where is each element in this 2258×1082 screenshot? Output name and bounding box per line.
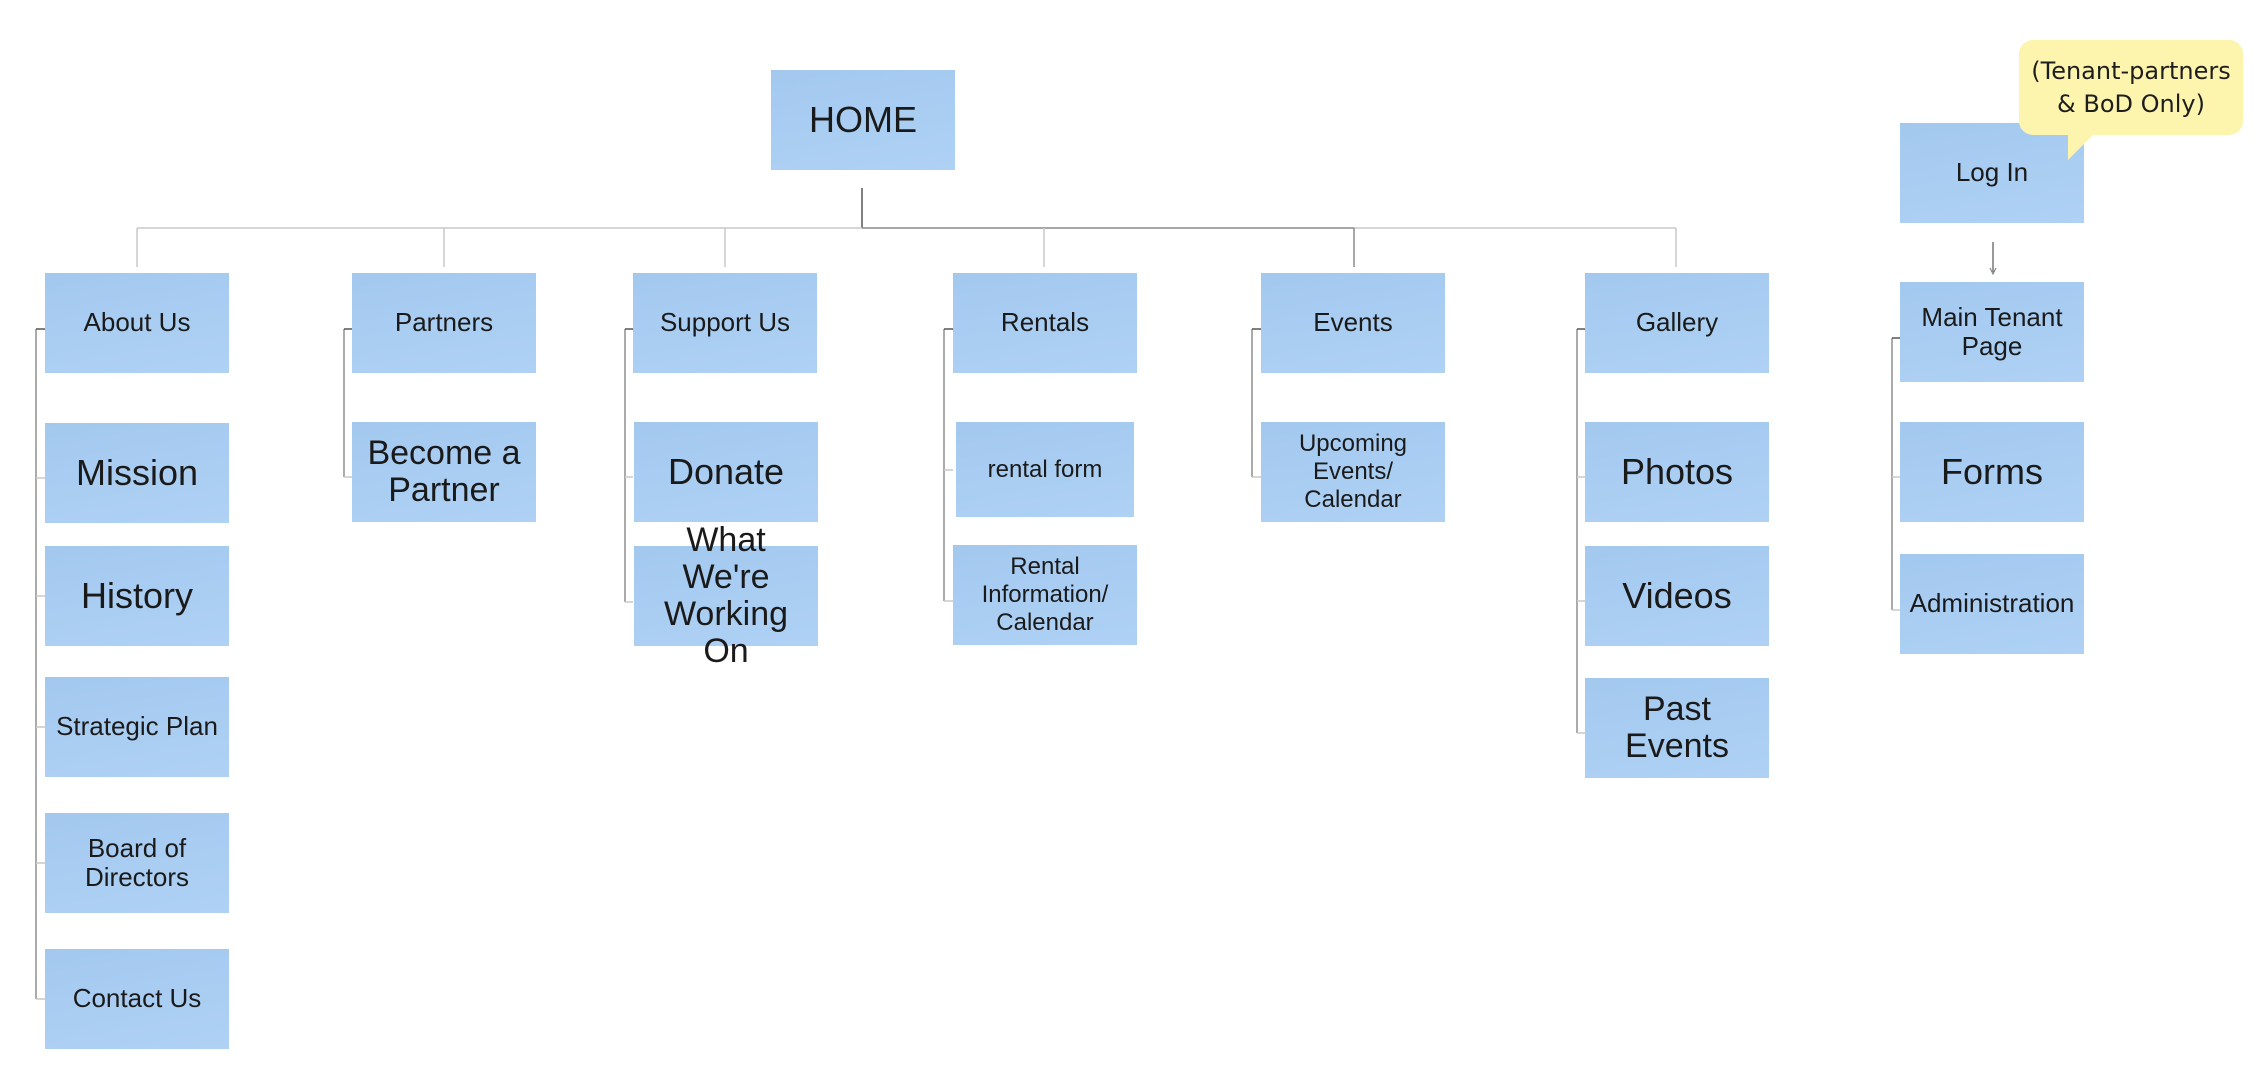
note-label: History [80, 574, 193, 616]
note-label: About Us [83, 307, 191, 338]
note-label: Past Events [1625, 690, 1729, 765]
note-home[interactable]: HOME [771, 70, 955, 170]
note-label: What We're Working On [663, 521, 789, 670]
callout-text: (Tenant-partners & BoD Only) [2031, 56, 2231, 118]
note-label: Forms [1941, 450, 2043, 492]
note-photos[interactable]: Photos [1585, 422, 1769, 522]
note-rentals[interactable]: Rentals [953, 273, 1137, 373]
note-gallery[interactable]: Gallery [1585, 273, 1769, 373]
note-label: Mission [75, 451, 199, 493]
note-label: Upcoming Events/ Calendar [1298, 430, 1408, 513]
note-strategic-plan[interactable]: Strategic Plan [45, 677, 229, 777]
note-label: Gallery [1635, 307, 1719, 338]
note-contact-us[interactable]: Contact Us [45, 949, 229, 1049]
note-what-were-working-on[interactable]: What We're Working On [634, 522, 818, 670]
note-label: Board of Directors [84, 832, 189, 892]
note-label: Partners [394, 307, 494, 338]
note-forms[interactable]: Forms [1900, 422, 2084, 522]
note-log-in[interactable]: Log In [1900, 123, 2084, 223]
note-events[interactable]: Events [1261, 273, 1445, 373]
note-label: Donate [667, 450, 785, 492]
note-videos[interactable]: Videos [1585, 546, 1769, 646]
note-mission[interactable]: Mission [45, 423, 229, 523]
callout-bubble: (Tenant-partners & BoD Only) [2019, 40, 2243, 135]
note-label: Log In [1955, 157, 2029, 188]
note-history[interactable]: History [45, 546, 229, 646]
note-label: Photos [1620, 450, 1734, 492]
note-administration[interactable]: Administration [1900, 554, 2084, 654]
note-label: Main Tenant Page [1921, 301, 2063, 361]
note-label: Rentals [1000, 307, 1090, 338]
note-label: Rental Information/ Calendar [981, 553, 1109, 636]
note-board-of-directors[interactable]: Board of Directors [45, 813, 229, 913]
note-rental-form[interactable]: rental form [956, 422, 1134, 517]
note-past-events[interactable]: Past Events [1585, 678, 1769, 778]
note-partners[interactable]: Partners [352, 273, 536, 373]
note-label: Contact Us [72, 983, 202, 1014]
note-rental-information-calendar[interactable]: Rental Information/ Calendar [953, 545, 1137, 645]
note-main-tenant-page[interactable]: Main Tenant Page [1900, 282, 2084, 382]
note-label: rental form [987, 455, 1103, 483]
note-label: Administration [1909, 588, 2075, 619]
note-label: Videos [1622, 574, 1732, 616]
note-upcoming-events-calendar[interactable]: Upcoming Events/ Calendar [1261, 422, 1445, 522]
note-home-label: HOME [809, 98, 917, 140]
note-label: Become a Partner [367, 434, 521, 509]
note-donate[interactable]: Donate [634, 422, 818, 522]
note-support-us[interactable]: Support Us [633, 273, 817, 373]
note-label: Strategic Plan [56, 711, 218, 742]
note-become-a-partner[interactable]: Become a Partner [352, 422, 536, 522]
note-label: Support Us [659, 307, 791, 338]
note-about-us[interactable]: About Us [45, 273, 229, 373]
note-label: Events [1313, 307, 1393, 338]
